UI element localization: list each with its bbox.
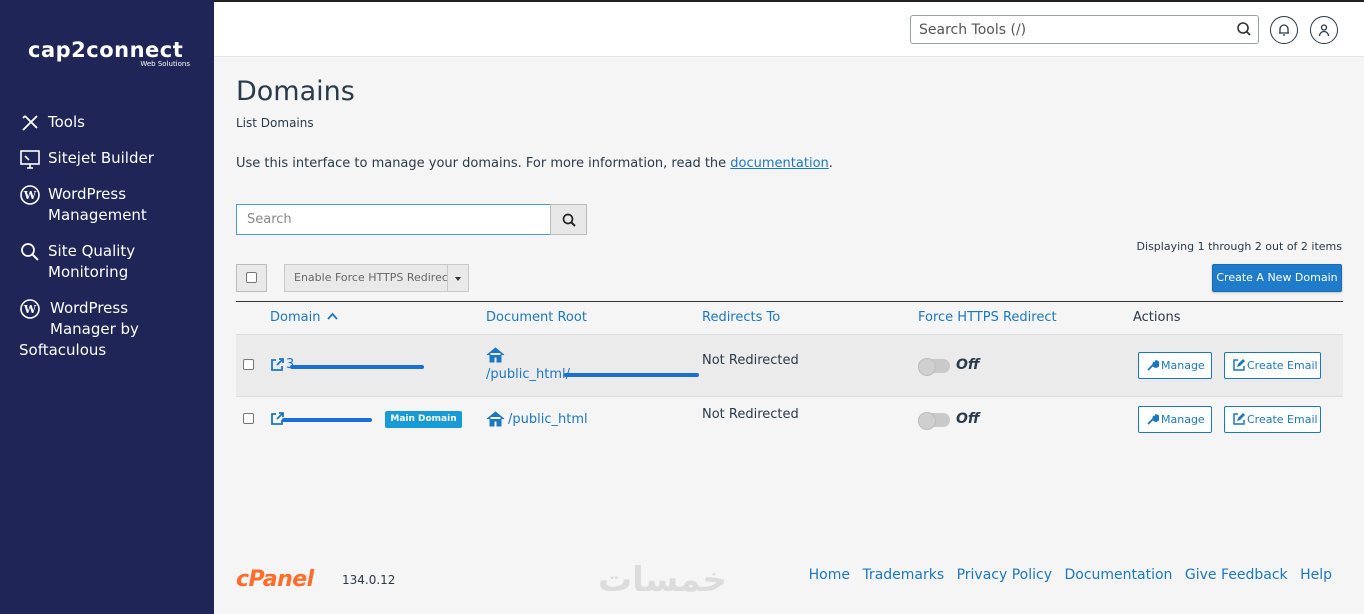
top-header	[214, 0, 1364, 57]
brand-logo[interactable]: cap2connect Web Solutions	[28, 38, 198, 72]
magnifier-icon	[21, 243, 39, 261]
sidebar-item-label: Tools	[48, 113, 85, 131]
sidebar-item-label: WordPress	[50, 299, 129, 317]
table-top-border	[236, 301, 1343, 302]
force-https-toggle[interactable]	[918, 412, 950, 430]
documentation-link[interactable]: documentation	[730, 156, 828, 171]
sort-up-icon	[326, 312, 338, 320]
home-icon	[486, 347, 505, 363]
user-icon	[1318, 24, 1330, 37]
bell-icon	[1279, 24, 1289, 36]
intro-text: Use this interface to manage your domain…	[236, 156, 833, 171]
create-email-button[interactable]: Create Email	[1224, 352, 1321, 379]
redacted-domain	[282, 418, 372, 422]
domain-search-button[interactable]	[550, 204, 587, 235]
sidebar-item-tools[interactable]: Tools	[0, 112, 214, 133]
select-all[interactable]	[236, 264, 267, 292]
select-all-checkbox[interactable]	[246, 272, 257, 283]
footer-links: Home Trademarks Privacy Policy Documenta…	[801, 567, 1332, 583]
wordpress-icon: W	[20, 299, 40, 319]
intro-text-end: .	[828, 156, 833, 171]
external-link-icon[interactable]	[270, 358, 284, 372]
redacted-path	[564, 373, 699, 377]
intro-text-body: Use this interface to manage your domain…	[236, 156, 731, 171]
row-checkbox[interactable]	[243, 413, 254, 424]
sidebar-item-label-2: Management	[48, 206, 147, 224]
page-title: Domains	[236, 76, 355, 107]
document-root-link[interactable]: /public_html	[508, 412, 588, 427]
svg-text:W: W	[23, 303, 37, 316]
sidebar-item-label: Sitejet Builder	[48, 149, 154, 167]
manage-label: Manage	[1161, 359, 1205, 372]
wrench-icon	[1147, 414, 1159, 425]
wrench-icon	[1147, 360, 1159, 371]
document-root-link[interactable]: /public_html/	[486, 367, 570, 382]
sidebar-item-site-quality[interactable]: Site Quality Monitoring	[0, 241, 214, 283]
force-https-dropdown[interactable]	[447, 264, 469, 292]
create-email-label: Create Email	[1247, 359, 1318, 372]
sidebar-item-softaculous[interactable]: W WordPress Manager by Softaculous	[0, 298, 214, 361]
manage-button[interactable]: Manage	[1138, 352, 1212, 379]
footer-link-trademarks[interactable]: Trademarks	[862, 567, 944, 583]
edit-icon	[1233, 413, 1245, 425]
domain-search	[236, 204, 551, 235]
footer-link-privacy[interactable]: Privacy Policy	[957, 567, 1052, 583]
logo-text: cap2connect	[28, 38, 184, 62]
page-subtitle: List Domains	[236, 116, 314, 130]
cpanel-version: 134.0.12	[342, 573, 396, 587]
main-domain-badge: Main Domain	[385, 411, 462, 428]
redirect-status: Not Redirected	[702, 353, 799, 368]
footer-link-documentation[interactable]: Documentation	[1064, 567, 1172, 583]
sidebar-item-label-3: Softaculous	[19, 341, 107, 359]
sidebar-item-label-2: Monitoring	[48, 263, 129, 281]
logo-subtext: Web Solutions	[140, 60, 190, 68]
domain-search-input[interactable]	[237, 205, 550, 234]
footer-link-home[interactable]: Home	[809, 567, 850, 583]
monitor-icon	[20, 150, 40, 169]
edit-icon	[1233, 359, 1245, 371]
sidebar-item-label: WordPress	[48, 185, 127, 203]
force-https-button[interactable]: Enable Force HTTPS Redirect	[284, 264, 452, 292]
sidebar-item-label-2: Manager by	[50, 320, 139, 338]
notifications-button[interactable]	[1270, 16, 1298, 44]
column-header-actions: Actions	[1133, 310, 1181, 325]
svg-text:W: W	[23, 189, 37, 202]
footer-link-feedback[interactable]: Give Feedback	[1185, 567, 1288, 583]
home-icon	[486, 411, 505, 427]
force-https-toggle[interactable]	[918, 358, 950, 376]
wordpress-icon: W	[20, 185, 40, 205]
column-header-force-https[interactable]: Force HTTPS Redirect	[918, 310, 1057, 325]
create-domain-button[interactable]: Create A New Domain	[1212, 264, 1342, 292]
search-tools-input[interactable]	[911, 16, 1221, 43]
pagination-info: Displaying 1 through 2 out of 2 items	[1136, 240, 1342, 253]
watermark: خمسات	[598, 560, 727, 600]
column-header-docroot[interactable]: Document Root	[486, 310, 587, 325]
redacted-domain	[290, 365, 424, 369]
tools-icon	[22, 115, 38, 131]
sidebar-item-wordpress-management[interactable]: W WordPress Management	[0, 184, 214, 226]
manage-button[interactable]: Manage	[1138, 406, 1212, 433]
search-tools	[910, 15, 1259, 44]
cpanel-logo[interactable]: cPanel	[236, 567, 314, 592]
column-header-domain[interactable]: Domain	[270, 310, 338, 325]
sidebar-nav: Tools Sitejet Builder W WordPress Manage…	[0, 112, 214, 361]
manage-label: Manage	[1161, 413, 1205, 426]
search-icon	[562, 213, 576, 227]
force-https-state: Off	[956, 357, 980, 373]
search-icon[interactable]	[1236, 21, 1252, 37]
sidebar-item-sitejet[interactable]: Sitejet Builder	[0, 148, 214, 169]
column-header-redirects[interactable]: Redirects To	[702, 310, 780, 325]
redirect-status: Not Redirected	[702, 407, 799, 422]
force-https-state: Off	[956, 411, 980, 427]
sidebar: cap2connect Web Solutions Tools Sitejet …	[0, 0, 214, 614]
create-email-button[interactable]: Create Email	[1224, 406, 1321, 433]
create-email-label: Create Email	[1247, 413, 1318, 426]
row-checkbox[interactable]	[243, 359, 254, 370]
footer-link-help[interactable]: Help	[1300, 567, 1332, 583]
user-menu-button[interactable]	[1310, 16, 1338, 44]
column-header-label: Domain	[270, 310, 321, 325]
sidebar-item-label: Site Quality	[48, 242, 136, 260]
